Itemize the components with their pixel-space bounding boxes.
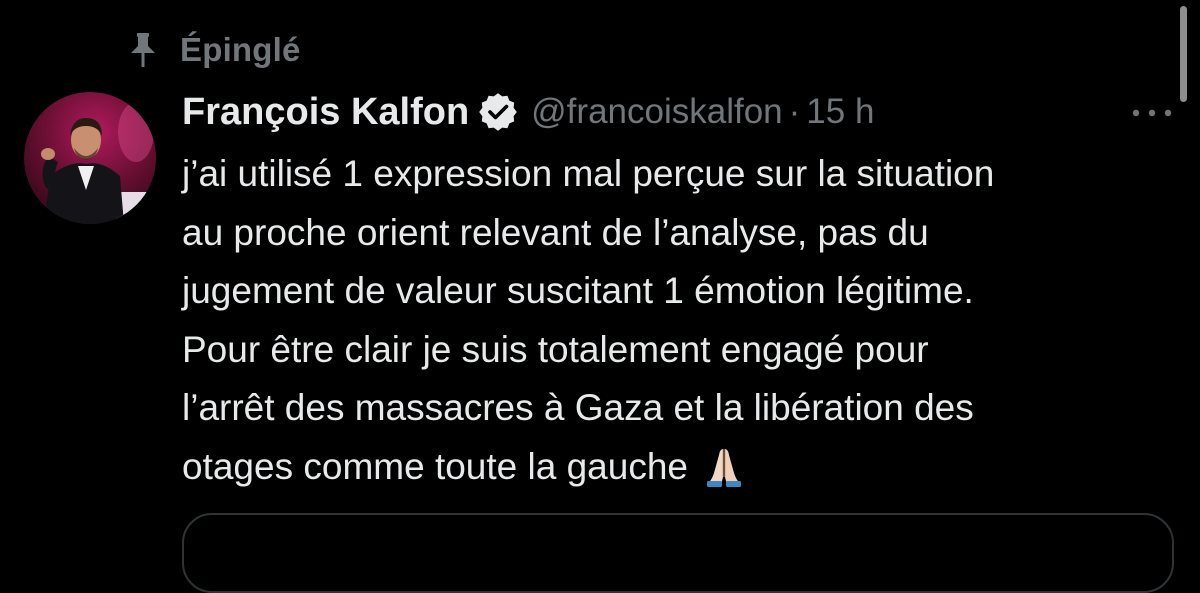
folded-hands-emoji	[702, 443, 746, 487]
tweet-text-line: Pour être clair je suis totalement engag…	[182, 328, 929, 370]
separator-dot: ·	[788, 92, 801, 131]
more-options-icon	[1130, 105, 1174, 123]
tweet-text-line: j’ai utilisé 1 expression mal perçue sur…	[182, 153, 995, 194]
tweet-text-line: l’arrêt des massacres à Gaza et la libér…	[182, 387, 974, 428]
pin-icon	[128, 30, 158, 70]
pinned-label: Épinglé	[180, 31, 301, 68]
tweet-text-line-content: otages comme toute la gauche	[182, 445, 688, 487]
verified-badge-icon	[479, 93, 517, 131]
tweet-text-line: au proche orient relevant de l’analyse, …	[182, 211, 929, 253]
avatar[interactable]	[24, 92, 156, 224]
author-name[interactable]: François Kalfon	[182, 91, 469, 134]
tweet-timestamp[interactable]: 15 h	[806, 92, 874, 132]
more-options-button[interactable]	[1124, 94, 1180, 134]
scrollbar[interactable]	[1180, 6, 1187, 102]
tweet-header: François Kalfon @francoiskalfon · 15 h	[182, 84, 874, 140]
author-handle[interactable]: @francoiskalfon	[531, 92, 782, 132]
tweet-text-line-last: otages comme toute la gauche	[182, 438, 1182, 497]
tweet-text-line: jugement de valeur suscitant 1 émotion l…	[182, 270, 974, 311]
pinned-indicator: Épinglé	[128, 28, 301, 72]
tweet-text: j’ai utilisé 1 expression mal perçue sur…	[182, 145, 1182, 496]
quoted-content-card[interactable]	[182, 513, 1174, 593]
